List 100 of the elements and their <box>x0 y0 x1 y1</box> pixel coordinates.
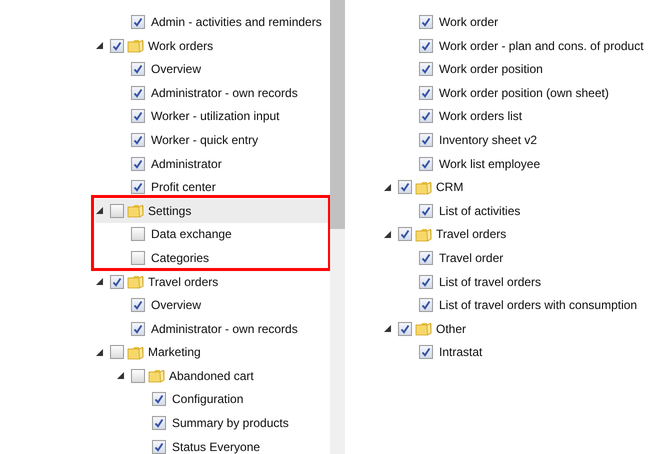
tree-row[interactable]: List of activities <box>419 198 648 223</box>
tree-row[interactable]: Status Everyone <box>152 434 330 454</box>
tree-row[interactable]: Administrator - own records <box>131 316 330 340</box>
tree-item-label[interactable]: Overview <box>151 62 202 76</box>
tree-row[interactable]: List of travel orders with consumption <box>419 293 648 317</box>
tree-row[interactable]: List of travel orders <box>419 270 648 294</box>
checkbox[interactable] <box>419 14 433 29</box>
checkbox[interactable] <box>398 180 412 194</box>
tree-row[interactable]: Data exchange <box>131 222 330 246</box>
tree-item-label[interactable]: Work order <box>439 14 498 29</box>
tree-row[interactable]: Worker - quick entry <box>131 128 330 152</box>
tree-item-label[interactable]: Admin - activities and reminders <box>151 14 322 29</box>
tree-row[interactable]: Other <box>383 316 648 340</box>
checkbox[interactable] <box>131 298 145 312</box>
tree-row[interactable]: CRM <box>383 175 648 199</box>
tree-row[interactable]: Overview <box>131 293 330 317</box>
checkbox[interactable] <box>419 274 433 289</box>
checkbox[interactable] <box>419 132 433 147</box>
tree-item-label[interactable]: Status Everyone <box>172 440 260 454</box>
collapse-arrow-icon[interactable] <box>383 182 392 192</box>
tree-item-label[interactable]: Work orders <box>148 38 214 53</box>
checkbox[interactable] <box>419 38 433 53</box>
checkbox[interactable] <box>152 416 166 430</box>
tree-row[interactable]: Travel orders <box>95 270 330 294</box>
checkbox[interactable] <box>131 227 145 242</box>
checkbox[interactable] <box>110 274 124 289</box>
tree-row[interactable]: Marketing <box>95 340 330 364</box>
checkbox[interactable] <box>152 392 166 406</box>
tree-item-label[interactable]: List of travel orders with consumption <box>439 298 638 312</box>
tree-row[interactable]: Administrator - own records <box>131 80 330 105</box>
tree-row[interactable]: Work order position <box>419 57 648 81</box>
checkbox[interactable] <box>131 250 145 265</box>
tree-item-label[interactable]: Administrator - own records <box>151 322 298 336</box>
tree-item-label[interactable]: Overview <box>151 298 202 312</box>
tree-item-label[interactable]: Worker - quick entry <box>151 132 258 147</box>
checkbox[interactable] <box>131 322 145 336</box>
checkbox[interactable] <box>131 86 145 100</box>
checkbox[interactable] <box>152 440 166 454</box>
tree-row[interactable]: Profit center <box>131 175 330 199</box>
tree-row[interactable]: Configuration <box>152 388 330 412</box>
tree-item-label[interactable]: Intrastat <box>439 345 482 360</box>
tree-item-label[interactable]: Data exchange <box>151 227 232 242</box>
tree-item-label[interactable]: Inventory sheet v2 <box>439 132 538 147</box>
checkbox[interactable] <box>131 180 145 194</box>
collapse-arrow-icon[interactable] <box>95 41 104 50</box>
tree-row[interactable]: Settings <box>95 198 330 223</box>
checkbox[interactable] <box>110 345 124 360</box>
checkbox[interactable] <box>419 345 433 360</box>
tree-row[interactable]: Summary by products <box>152 411 330 435</box>
tree-item-label[interactable]: List of travel orders <box>439 274 542 289</box>
checkbox[interactable] <box>131 14 145 29</box>
checkbox[interactable] <box>110 38 124 53</box>
tree-item-label[interactable]: Administrator - own records <box>151 86 298 100</box>
checkbox[interactable] <box>131 62 145 76</box>
tree-item-label[interactable]: Work list employee <box>439 156 540 171</box>
checkbox[interactable] <box>398 322 412 336</box>
collapse-arrow-icon[interactable] <box>116 371 125 380</box>
collapse-arrow-icon[interactable] <box>383 230 392 239</box>
tree-row[interactable]: Work list employee <box>419 152 648 176</box>
tree-item-label[interactable]: Categories <box>151 250 210 265</box>
tree-row[interactable]: Work orders <box>95 34 330 58</box>
tree-row[interactable]: Work order <box>419 10 648 34</box>
tree-row[interactable]: Work orders list <box>419 104 648 128</box>
tree-item-label[interactable]: Work order - plan and cons. of product <box>439 38 644 53</box>
tree-row[interactable]: Intrastat <box>419 340 648 364</box>
checkbox[interactable] <box>131 368 145 383</box>
checkbox[interactable] <box>131 109 145 124</box>
tree-item-label[interactable]: Travel order <box>439 250 504 265</box>
checkbox[interactable] <box>131 156 145 171</box>
collapse-arrow-icon[interactable] <box>95 348 104 357</box>
tree-item-label[interactable]: Worker - utilization input <box>151 109 280 124</box>
collapse-arrow-icon[interactable] <box>383 324 392 334</box>
tree-row[interactable]: Abandoned cart <box>116 364 330 388</box>
tree-row[interactable]: Travel orders <box>383 222 648 246</box>
tree-item-label[interactable]: Abandoned cart <box>169 368 254 383</box>
checkbox[interactable] <box>419 298 433 312</box>
checkbox[interactable] <box>131 132 145 147</box>
tree-item-label[interactable]: CRM <box>436 180 464 194</box>
tree-item-label[interactable]: Profit center <box>151 180 216 194</box>
checkbox[interactable] <box>398 227 412 242</box>
tree-item-label[interactable]: Travel orders <box>148 274 218 289</box>
tree-item-label[interactable]: Marketing <box>148 345 201 360</box>
tree-row[interactable]: Travel order <box>419 246 648 270</box>
checkbox[interactable] <box>419 204 433 218</box>
tree-item-label[interactable]: Other <box>436 322 466 336</box>
tree-row[interactable]: Inventory sheet v2 <box>419 128 648 152</box>
checkbox[interactable] <box>419 62 433 76</box>
tree-row[interactable]: Work order - plan and cons. of product <box>419 34 648 58</box>
tree-row[interactable]: Admin - activities and reminders <box>131 10 330 34</box>
collapse-arrow-icon[interactable] <box>95 206 104 216</box>
scrollbar[interactable] <box>330 0 345 454</box>
tree-item-label[interactable]: Travel orders <box>436 227 506 242</box>
tree-item-label[interactable]: Summary by products <box>172 416 289 430</box>
tree-item-label[interactable]: Configuration <box>172 392 244 406</box>
tree-item-label[interactable]: Settings <box>148 204 192 218</box>
tree-item-label[interactable]: Work orders list <box>439 109 522 124</box>
tree-row[interactable]: Overview <box>131 57 330 81</box>
tree-item-label[interactable]: Administrator <box>151 156 222 171</box>
tree-row[interactable]: Categories <box>131 246 330 270</box>
checkbox[interactable] <box>419 86 433 100</box>
